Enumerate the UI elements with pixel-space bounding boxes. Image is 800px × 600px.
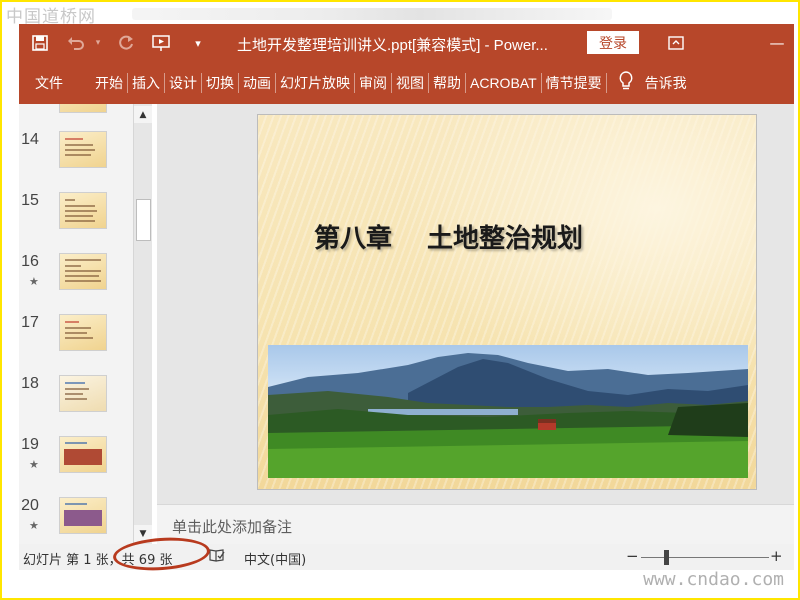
tab-home[interactable]: 开始 (91, 62, 127, 104)
ribbon-tabs: 文件 开始 插入 设计 切换 动画 幻灯片放映 审阅 视图 帮助 ACROBAT… (19, 62, 794, 104)
slide-number: 14 (21, 131, 39, 148)
slide-editor: 第八章 土地整治规划 (157, 104, 794, 504)
ribbon-display-options-icon[interactable] (663, 30, 689, 56)
undo-dropdown-icon[interactable]: ▾ (91, 28, 105, 58)
slide-thumb-item[interactable]: 20 ★ (19, 497, 134, 544)
slide-thumb-item[interactable]: 17 (19, 314, 134, 374)
tell-me-search[interactable]: 告诉我 (641, 62, 691, 104)
zoom-slider[interactable] (641, 557, 769, 558)
slide-thumbnail[interactable] (59, 497, 107, 534)
slide-thumb-item[interactable]: 16 ★ (19, 253, 134, 313)
tab-acrobat[interactable]: ACROBAT (466, 62, 541, 104)
login-button[interactable]: 登录 (587, 31, 639, 54)
slide-number: 19 (21, 436, 39, 453)
slide-thumbnail[interactable] (59, 375, 107, 412)
zoom-in-button[interactable]: + (770, 547, 783, 565)
document-title: 土地开发整理培训讲义.ppt[兼容模式] - Power... (237, 37, 548, 54)
redo-icon[interactable] (111, 28, 141, 58)
tab-storyboarding[interactable]: 情节提要 (542, 62, 606, 104)
slide-thumbnail[interactable] (59, 314, 107, 351)
undo-icon[interactable] (61, 28, 91, 58)
slide-thumbnail[interactable] (59, 253, 107, 290)
title-bar: ▾ ▾ 土地开发整理培训讲义.ppt[兼容模式] - Power... 登录 — (19, 24, 794, 62)
zoom-slider-handle[interactable] (664, 550, 669, 565)
slideshow-from-start-icon[interactable] (147, 28, 177, 58)
slide-thumbnail[interactable] (59, 436, 107, 473)
animation-star-icon: ★ (29, 519, 39, 532)
slide-thumbnail[interactable] (59, 104, 107, 113)
slide-title[interactable]: 第八章 土地整治规划 (314, 218, 583, 255)
slide-number: 15 (21, 192, 39, 209)
tab-transitions[interactable]: 切换 (202, 62, 238, 104)
slide-number: 17 (21, 314, 39, 331)
customize-qat-icon[interactable]: ▾ (183, 28, 213, 58)
slide-number: 18 (21, 375, 39, 392)
slide-thumbnail[interactable] (59, 131, 107, 168)
save-icon[interactable] (25, 28, 55, 58)
blurred-header-area (132, 8, 612, 20)
spelling-check-icon[interactable] (209, 548, 225, 566)
scroll-thumb[interactable] (136, 199, 151, 241)
screenshot-frame: 中国道桥网 ▾ ▾ 土地开发整理培训讲义.ppt[兼容模式] - Power..… (0, 0, 800, 600)
slide-thumb-item[interactable]: 18 (19, 375, 134, 435)
tab-separator (605, 73, 607, 93)
tab-file[interactable]: 文件 (31, 62, 85, 104)
notes-placeholder[interactable]: 单击此处添加备注 (172, 516, 292, 537)
slide-thumb-item[interactable]: 15 (19, 192, 134, 252)
thumbnail-scrollbar[interactable]: ▲ ▼ (133, 104, 152, 544)
tab-review[interactable]: 审阅 (355, 62, 391, 104)
watermark-bottom: www.cndao.com (643, 569, 784, 590)
minimize-icon[interactable]: — (764, 30, 790, 56)
landscape-picture[interactable] (268, 345, 748, 478)
zoom-out-button[interactable]: − (626, 547, 639, 565)
slide-thumbnail[interactable] (59, 192, 107, 229)
current-slide[interactable]: 第八章 土地整治规划 (257, 114, 757, 490)
scroll-up-arrow-icon[interactable]: ▲ (134, 106, 152, 123)
language-indicator[interactable]: 中文(中国) (244, 549, 306, 568)
animation-star-icon: ★ (29, 458, 39, 471)
slide-number: 16 (21, 253, 39, 270)
lightbulb-icon (619, 71, 633, 95)
tab-insert[interactable]: 插入 (128, 62, 164, 104)
tab-slideshow[interactable]: 幻灯片放映 (276, 62, 354, 104)
tab-animations[interactable]: 动画 (239, 62, 275, 104)
tab-design[interactable]: 设计 (165, 62, 201, 104)
slide-number: 20 (21, 497, 39, 514)
slide-thumb-item[interactable]: 14 (19, 131, 134, 191)
watermark-top: 中国道桥网 (6, 7, 96, 27)
notes-pane[interactable]: 单击此处添加备注 (157, 504, 794, 544)
slide-thumb-item[interactable]: 19 ★ (19, 436, 134, 496)
animation-star-icon: ★ (29, 275, 39, 288)
tab-view[interactable]: 视图 (392, 62, 428, 104)
tab-help[interactable]: 帮助 (429, 62, 465, 104)
